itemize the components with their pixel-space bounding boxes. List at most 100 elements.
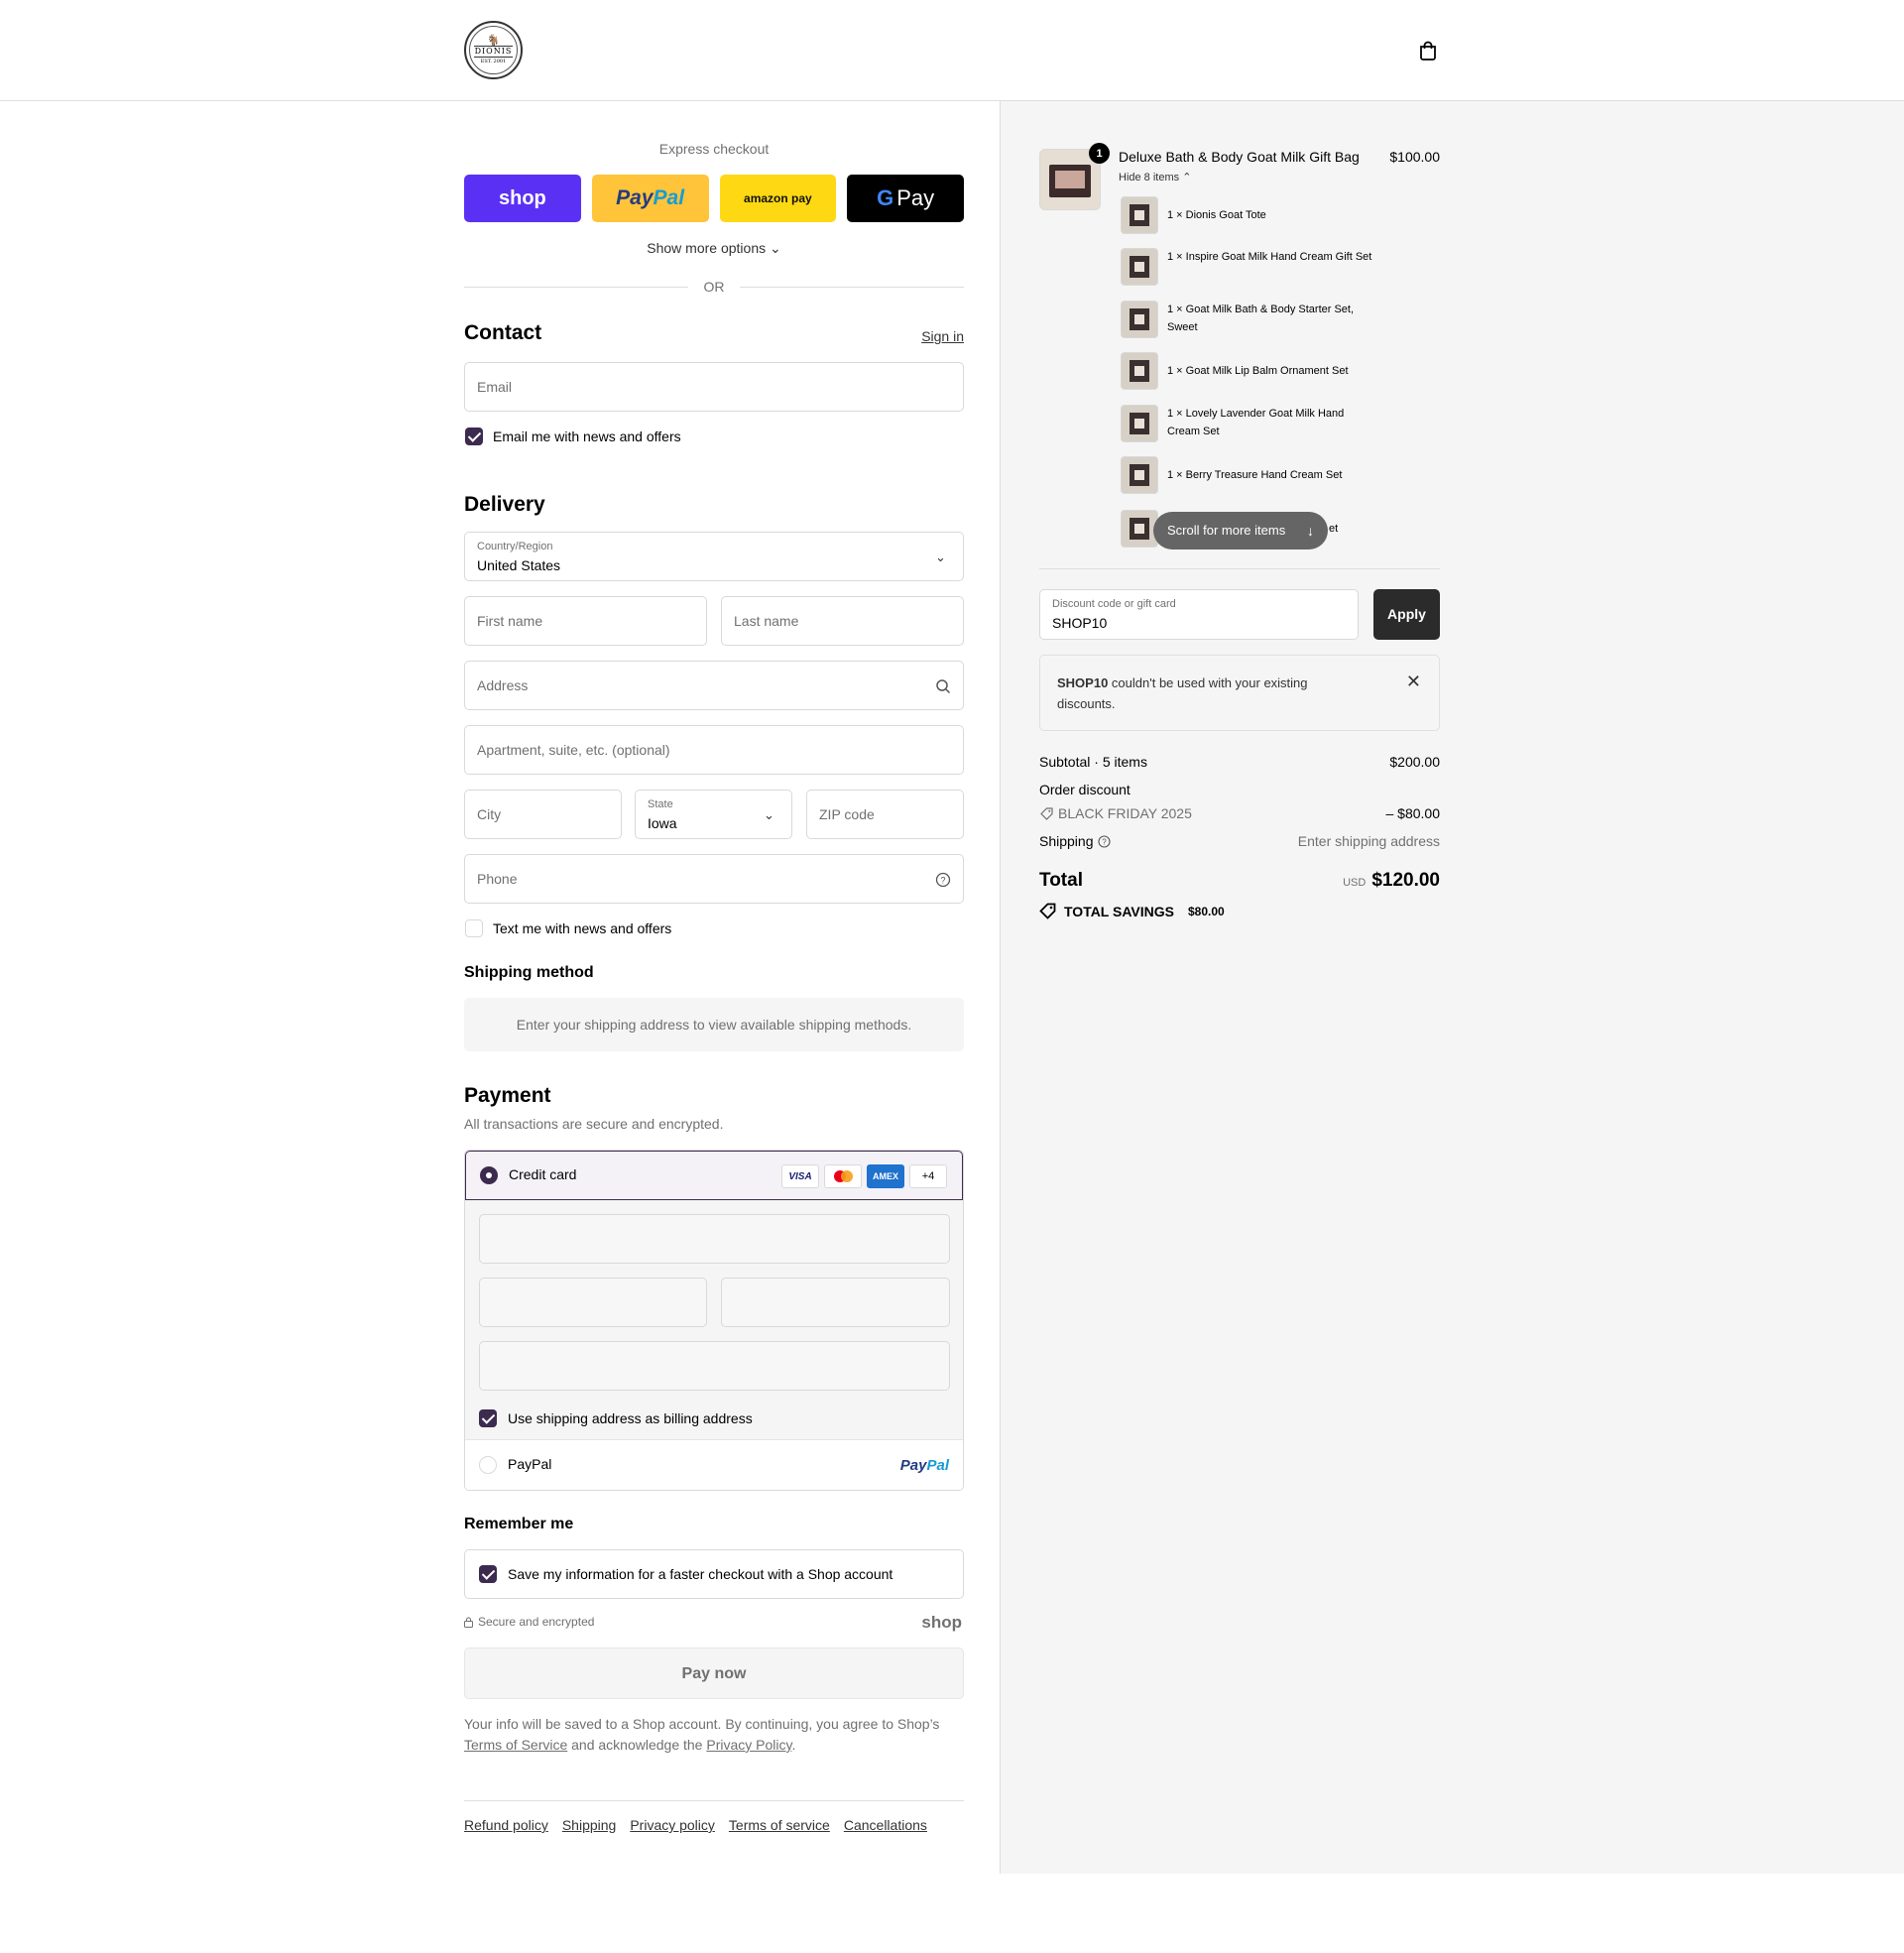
express-buttons: shop Pay Pal amazon pay G Pay bbox=[464, 175, 964, 222]
discount-amount: – $80.00 bbox=[1385, 805, 1441, 821]
arrow-down-icon: ↓ bbox=[1307, 523, 1314, 539]
shipping-method-note: Enter your shipping address to view avai… bbox=[464, 998, 964, 1051]
billing-address-checkbox[interactable] bbox=[479, 1409, 497, 1427]
bundle-item: 1 × Lovely Lavender Goat Milk Hand Cream… bbox=[1121, 405, 1408, 444]
payment-heading: Payment bbox=[464, 1084, 551, 1107]
bundle-item: 1 × Inspire Goat Milk Hand Cream Gift Se… bbox=[1121, 248, 1408, 288]
text-news-checkbox[interactable] bbox=[465, 919, 483, 937]
more-cards-badge: +4 bbox=[909, 1164, 947, 1188]
card-brands: VISA AMEX +4 bbox=[781, 1164, 947, 1188]
product-price: $100.00 bbox=[1389, 149, 1440, 165]
amazon-pay-button[interactable]: amazon pay bbox=[719, 175, 837, 222]
item-label: 1 × Inspire Goat Milk Hand Cream Gift Se… bbox=[1167, 251, 1372, 263]
card-number-field[interactable] bbox=[479, 1214, 950, 1264]
shop-pay-button[interactable]: shop bbox=[464, 175, 581, 222]
shopping-bag-icon[interactable] bbox=[1418, 40, 1438, 61]
store-logo[interactable]: 🐐 DIONIS EST. 2001 bbox=[464, 21, 523, 79]
item-thumbnail bbox=[1121, 352, 1158, 390]
close-icon[interactable]: ✕ bbox=[1406, 671, 1421, 692]
legal-text-1: Your info will be saved to a Shop accoun… bbox=[464, 1716, 940, 1732]
discount-name: BLACK FRIDAY 2025 bbox=[1058, 805, 1192, 821]
logo-text: DIONIS bbox=[473, 46, 514, 58]
bundle-item: 1 × Goat Milk Bath & Body Starter Set, S… bbox=[1121, 301, 1408, 340]
last-name-field[interactable]: Last name bbox=[721, 596, 964, 646]
sign-in-link[interactable]: Sign in bbox=[921, 328, 964, 344]
discount-code-field[interactable]: Discount code or gift card SHOP10 bbox=[1039, 589, 1359, 640]
phone-field[interactable]: Phone ? bbox=[464, 854, 964, 904]
divider-line bbox=[740, 287, 964, 288]
save-info-checkbox[interactable] bbox=[479, 1565, 497, 1583]
terms-of-service-link[interactable]: Terms of Service bbox=[464, 1737, 567, 1753]
terms-of-service-footer-link[interactable]: Terms of service bbox=[729, 1817, 830, 1833]
country-select[interactable]: Country/Region United States ⌄ bbox=[464, 532, 964, 581]
item-label: 1 × Lovely Lavender Goat Milk Hand Cream… bbox=[1167, 408, 1345, 437]
or-divider: OR bbox=[464, 278, 964, 296]
show-more-options[interactable]: Show more options ⌄ bbox=[464, 240, 964, 257]
credit-card-radio[interactable] bbox=[480, 1166, 498, 1184]
savings-tag-icon bbox=[1039, 903, 1056, 919]
email-field[interactable]: Email bbox=[464, 362, 964, 412]
savings-label: TOTAL SAVINGS bbox=[1064, 903, 1174, 919]
email-news-checkbox[interactable] bbox=[465, 427, 483, 445]
card-name-field[interactable] bbox=[479, 1341, 950, 1391]
city-field[interactable]: City bbox=[464, 790, 622, 839]
logo-est: EST. 2001 bbox=[480, 59, 507, 64]
zip-placeholder: ZIP code bbox=[819, 806, 875, 822]
chevron-down-icon: ⌄ bbox=[935, 549, 946, 564]
google-pay-button[interactable]: G Pay bbox=[847, 175, 964, 222]
credit-card-option[interactable]: Credit card VISA AMEX +4 bbox=[465, 1151, 963, 1200]
privacy-policy-link[interactable]: Privacy Policy bbox=[706, 1737, 791, 1753]
city-placeholder: City bbox=[477, 806, 502, 822]
scroll-for-more-button[interactable]: Scroll for more items ↓ bbox=[1153, 512, 1328, 549]
help-icon[interactable]: ? bbox=[935, 872, 951, 888]
first-name-field[interactable]: First name bbox=[464, 596, 707, 646]
total-amount: USD $120.00 bbox=[1343, 870, 1440, 892]
shipping-row: Shipping ? Enter shipping address bbox=[1039, 833, 1440, 849]
item-label: 1 × Berry Treasure Hand Cream Set bbox=[1167, 469, 1343, 481]
privacy-policy-footer-link[interactable]: Privacy policy bbox=[630, 1817, 715, 1833]
total-value: $120.00 bbox=[1371, 870, 1440, 891]
shipping-label: Shipping bbox=[1039, 833, 1094, 849]
shop-logo: shop bbox=[921, 1613, 962, 1632]
state-select[interactable]: State Iowa ⌄ bbox=[635, 790, 792, 839]
cancellations-link[interactable]: Cancellations bbox=[844, 1817, 927, 1833]
total-currency: USD bbox=[1343, 877, 1367, 889]
remember-me-heading: Remember me bbox=[464, 1516, 574, 1532]
payment-subtitle: All transactions are secure and encrypte… bbox=[464, 1116, 724, 1132]
card-cvv-field[interactable] bbox=[721, 1278, 950, 1327]
item-thumbnail bbox=[1121, 456, 1158, 494]
first-name-placeholder: First name bbox=[477, 613, 543, 629]
paypal-radio[interactable] bbox=[479, 1456, 497, 1474]
hide-items-toggle[interactable]: Hide 8 items ⌃ bbox=[1119, 171, 1191, 183]
footer-divider bbox=[464, 1800, 964, 1801]
country-label: Country/Region bbox=[477, 541, 553, 552]
svg-text:?: ? bbox=[940, 876, 945, 886]
quantity-badge: 1 bbox=[1089, 143, 1110, 164]
paypal-option[interactable]: PayPal PayPal bbox=[465, 1440, 963, 1490]
state-value: Iowa bbox=[648, 815, 677, 831]
zip-field[interactable]: ZIP code bbox=[806, 790, 964, 839]
address-field[interactable]: Address bbox=[464, 661, 964, 710]
pay-now-button[interactable]: Pay now bbox=[464, 1648, 964, 1699]
item-label: 1 × Goat Milk Bath & Body Starter Set, S… bbox=[1167, 304, 1355, 333]
total-label: Total bbox=[1039, 870, 1083, 891]
refund-policy-link[interactable]: Refund policy bbox=[464, 1817, 548, 1833]
apartment-field[interactable]: Apartment, suite, etc. (optional) bbox=[464, 725, 964, 775]
credit-card-form: Use shipping address as billing address bbox=[465, 1200, 963, 1440]
email-placeholder: Email bbox=[477, 379, 513, 395]
gpay-text: Pay bbox=[896, 185, 935, 210]
item-label: 1 × Dionis Goat Tote bbox=[1167, 209, 1266, 221]
paypal-button[interactable]: Pay Pal bbox=[591, 175, 709, 222]
google-g-icon: G bbox=[877, 185, 894, 210]
state-label: State bbox=[648, 798, 673, 810]
card-expiry-field[interactable] bbox=[479, 1278, 707, 1327]
help-icon[interactable]: ? bbox=[1098, 835, 1111, 848]
subtotal-label: Subtotal · 5 items bbox=[1039, 754, 1147, 770]
contact-heading: Contact bbox=[464, 321, 542, 344]
visa-icon: VISA bbox=[781, 1164, 819, 1188]
billing-address-label: Use shipping address as billing address bbox=[508, 1410, 753, 1426]
shipping-link[interactable]: Shipping bbox=[562, 1817, 617, 1833]
summary-divider bbox=[1039, 568, 1440, 569]
apply-button[interactable]: Apply bbox=[1373, 589, 1440, 640]
subtotal-row: Subtotal · 5 items $200.00 bbox=[1039, 754, 1440, 770]
